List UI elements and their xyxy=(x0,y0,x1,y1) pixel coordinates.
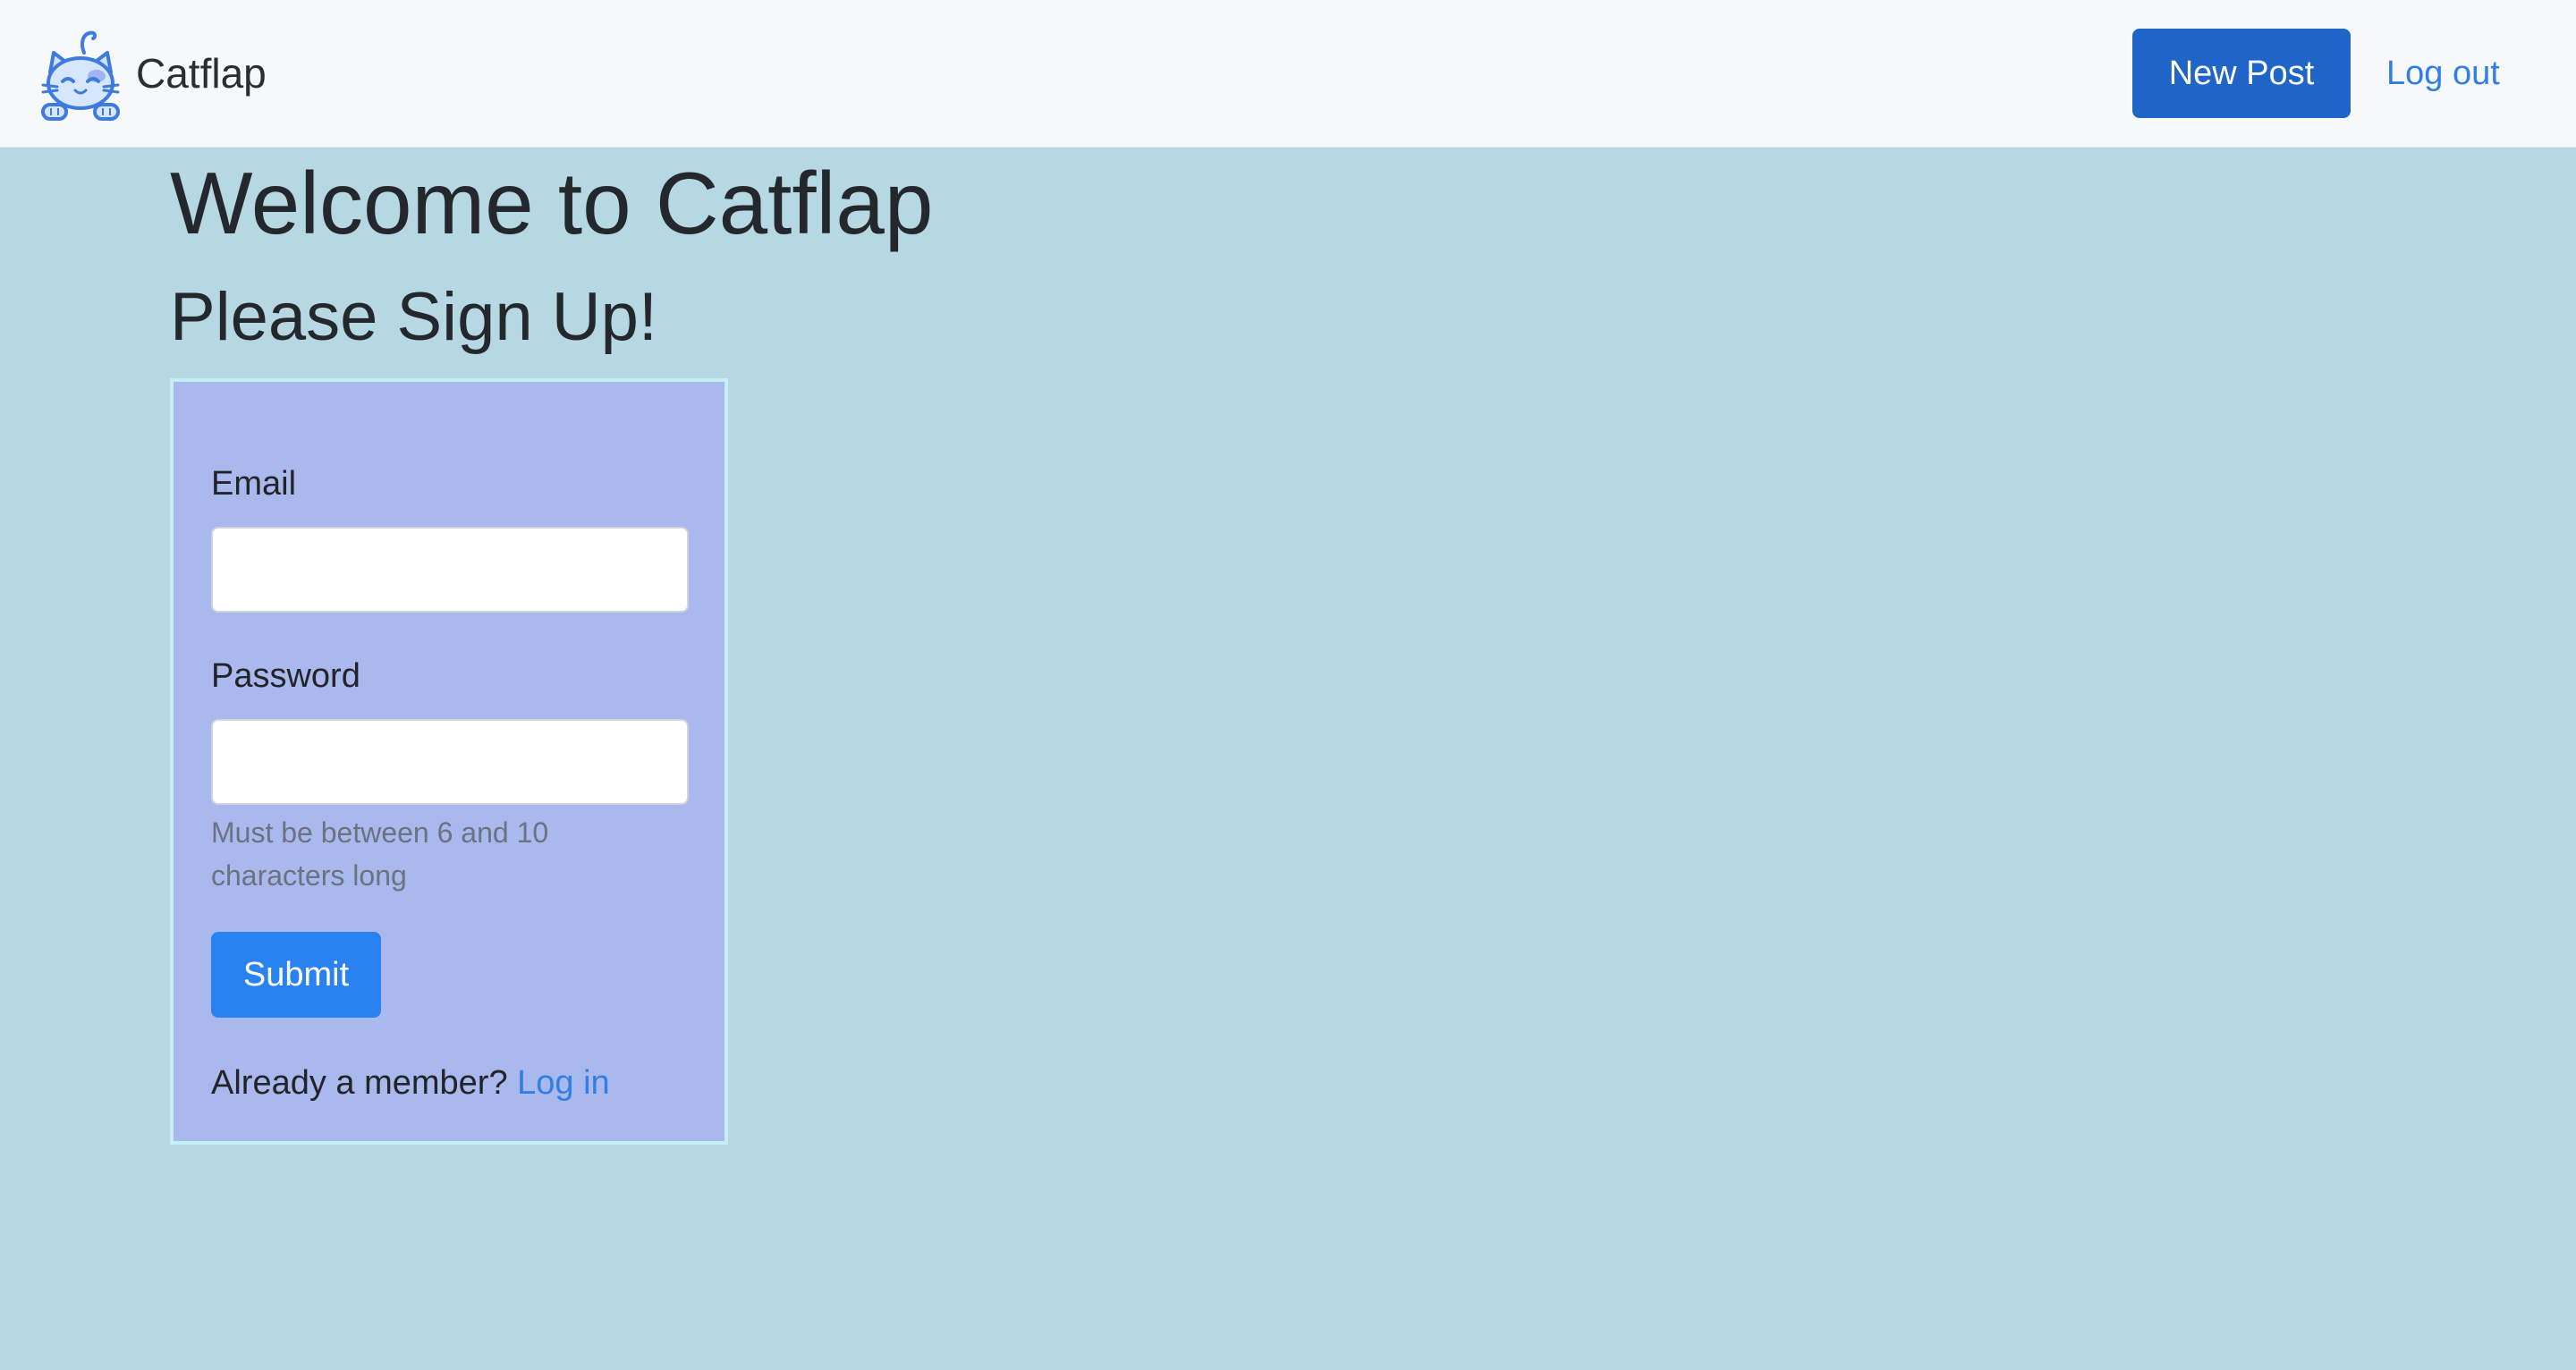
password-label: Password xyxy=(211,657,360,695)
brand-link[interactable]: Catflap xyxy=(39,25,267,122)
member-prompt-text: Already a member? xyxy=(211,1064,508,1102)
password-help-text: Must be between 6 and 10 characters long xyxy=(211,816,549,892)
password-field[interactable] xyxy=(211,719,689,805)
brand-name: Catflap xyxy=(136,50,267,97)
submit-button[interactable]: Submit xyxy=(211,932,381,1018)
email-field[interactable] xyxy=(211,527,689,613)
page-title: Welcome to Catflap xyxy=(170,154,934,252)
top-navbar: Catflap New Post Log out xyxy=(0,0,2576,148)
email-label: Email xyxy=(211,465,297,503)
login-link[interactable]: Log in xyxy=(517,1064,610,1102)
signup-form: Email Password Must be between 6 and 10 … xyxy=(170,378,728,1145)
logout-link[interactable]: Log out xyxy=(2386,52,2500,95)
cat-logo-icon xyxy=(41,30,120,121)
member-prompt-line: Already a member? Log in xyxy=(211,1061,610,1104)
signup-heading: Please Sign Up! xyxy=(170,279,657,355)
new-post-button[interactable]: New Post xyxy=(2132,29,2351,118)
